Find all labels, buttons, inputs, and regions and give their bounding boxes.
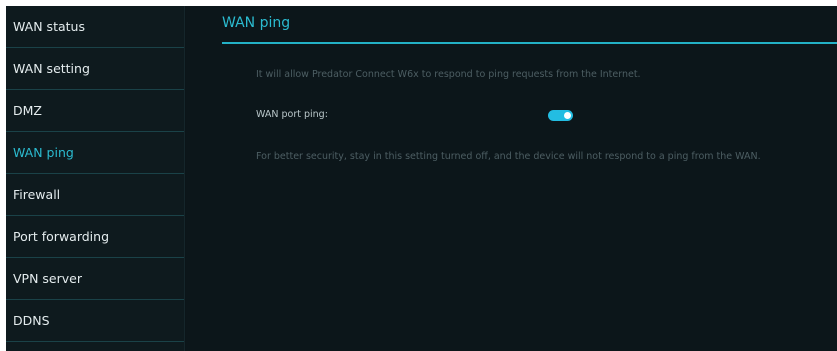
sidebar-item-label: VPN server (13, 271, 82, 286)
sidebar-item-ddns[interactable]: DDNS (6, 300, 184, 342)
wan-port-ping-label: WAN port ping: (256, 109, 328, 120)
security-note: For better security, stay in this settin… (256, 151, 761, 162)
sidebar-item-dmz[interactable]: DMZ (6, 90, 184, 132)
toggle-knob (564, 112, 571, 119)
page-title: WAN ping (222, 15, 291, 31)
sidebar-item-wan-status[interactable]: WAN status (6, 6, 184, 48)
wan-port-ping-toggle[interactable] (548, 110, 573, 121)
sidebar-item-label: DDNS (13, 313, 50, 328)
description-text: It will allow Predator Connect W6x to re… (256, 69, 641, 80)
main-content: WAN ping It will allow Predator Connect … (186, 6, 837, 351)
sidebar-item-label: Firewall (13, 187, 61, 202)
sidebar-item-label: DMZ (13, 103, 42, 118)
sidebar-item-label: WAN status (13, 19, 85, 34)
sidebar-item-label: WAN ping (13, 145, 74, 160)
app-frame: WAN status WAN setting DMZ WAN ping Fire… (6, 6, 837, 351)
title-divider (222, 42, 837, 44)
sidebar-item-label: WAN setting (13, 61, 90, 76)
sidebar-item-firewall[interactable]: Firewall (6, 174, 184, 216)
sidebar-item-wan-setting[interactable]: WAN setting (6, 48, 184, 90)
sidebar: WAN status WAN setting DMZ WAN ping Fire… (6, 6, 185, 351)
sidebar-item-vpn-server[interactable]: VPN server (6, 258, 184, 300)
sidebar-item-label: Port forwarding (13, 229, 110, 244)
sidebar-item-port-forwarding[interactable]: Port forwarding (6, 216, 184, 258)
sidebar-item-wan-ping[interactable]: WAN ping (6, 132, 184, 174)
